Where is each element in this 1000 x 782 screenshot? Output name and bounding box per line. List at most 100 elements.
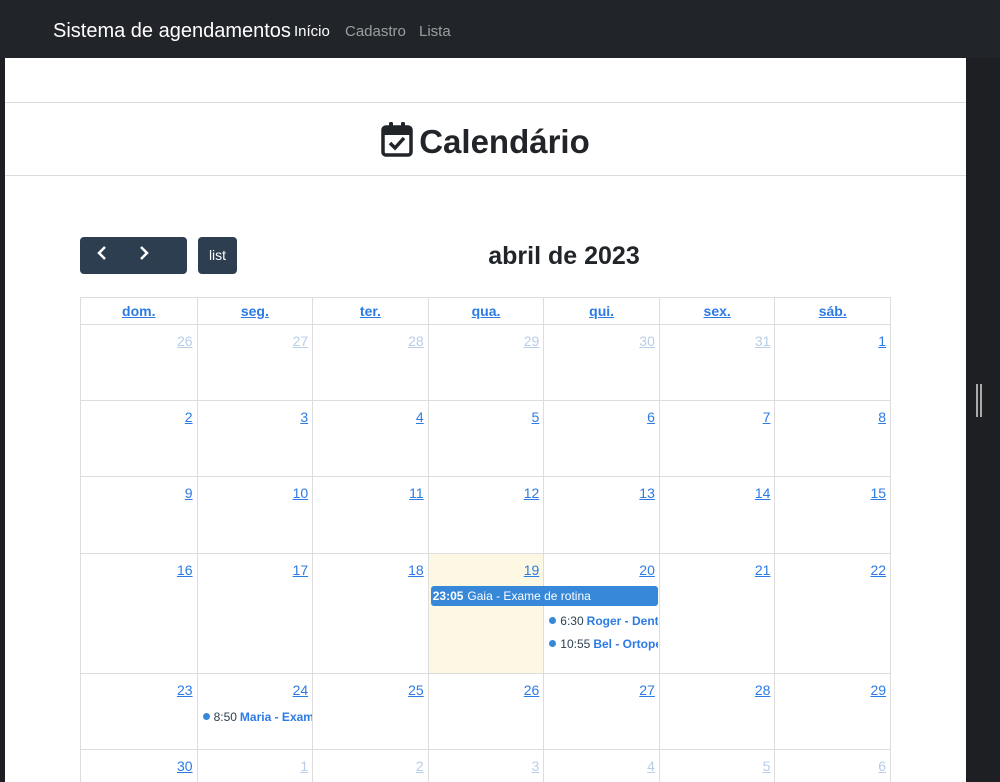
list-view-button[interactable]: list bbox=[198, 237, 237, 274]
calendar-day-cell[interactable]: 29 bbox=[774, 674, 890, 749]
day-number[interactable]: 29 bbox=[524, 333, 540, 349]
day-number[interactable]: 30 bbox=[639, 333, 655, 349]
calendar-day-cell[interactable]: 26 bbox=[427, 674, 544, 749]
weekday-wed[interactable]: qua. bbox=[427, 298, 544, 324]
weekday-sun[interactable]: dom. bbox=[81, 298, 197, 324]
calendar-event[interactable]: 10:55Bel - Ortopedista bbox=[549, 636, 658, 652]
calendar-day-cell[interactable]: 10 bbox=[196, 477, 313, 553]
calendar-day-cell[interactable]: 24 8:50Maria - Exame bbox=[196, 674, 313, 749]
day-number[interactable]: 27 bbox=[639, 682, 655, 698]
day-number[interactable]: 21 bbox=[755, 562, 771, 578]
day-number[interactable]: 5 bbox=[532, 409, 540, 425]
day-number[interactable]: 4 bbox=[416, 409, 424, 425]
day-number[interactable]: 3 bbox=[300, 409, 308, 425]
calendar-day-cell[interactable]: 28 bbox=[658, 674, 775, 749]
day-number[interactable]: 15 bbox=[870, 485, 886, 501]
calendar-day-cell[interactable]: 6 bbox=[774, 750, 890, 782]
nav-link-cadastro[interactable]: Cadastro bbox=[345, 23, 406, 40]
day-number[interactable]: 11 bbox=[409, 485, 424, 501]
day-number[interactable]: 23 bbox=[177, 682, 193, 698]
calendar-day-cell[interactable]: 31 bbox=[658, 325, 775, 400]
calendar-day-cell[interactable]: 4 bbox=[312, 401, 428, 476]
calendar-event[interactable]: 6:30Roger - Dentista bbox=[549, 613, 658, 629]
day-number[interactable]: 7 bbox=[763, 409, 771, 425]
calendar-day-cell[interactable]: 3 bbox=[427, 750, 544, 782]
day-number[interactable]: 28 bbox=[755, 682, 771, 698]
calendar-day-cell[interactable]: 20 6:30Roger - Dentista 10:55Bel - Ortoped… bbox=[543, 554, 659, 673]
day-number[interactable]: 3 bbox=[532, 758, 540, 774]
day-number[interactable]: 30 bbox=[177, 758, 193, 774]
day-number[interactable]: 31 bbox=[755, 333, 771, 349]
day-number[interactable]: 20 bbox=[639, 562, 655, 578]
calendar-day-cell[interactable]: 1 bbox=[774, 325, 890, 400]
weekday-mon[interactable]: seg. bbox=[196, 298, 313, 324]
calendar-event-block[interactable]: 23:05 Gaia - Exame de rotina bbox=[430, 586, 658, 606]
calendar-day-cell[interactable]: 5 bbox=[427, 401, 544, 476]
day-number[interactable]: 28 bbox=[408, 333, 424, 349]
calendar-day-cell[interactable]: 3 bbox=[196, 401, 313, 476]
calendar-day-cell[interactable]: 12 bbox=[427, 477, 544, 553]
day-number[interactable]: 4 bbox=[647, 758, 655, 774]
day-number[interactable]: 6 bbox=[878, 758, 886, 774]
day-number[interactable]: 24 bbox=[293, 682, 309, 698]
day-number[interactable]: 10 bbox=[293, 485, 309, 501]
calendar-day-cell[interactable]: 27 bbox=[543, 674, 659, 749]
calendar-day-cell[interactable]: 14 bbox=[658, 477, 775, 553]
navbar-brand[interactable]: Sistema de agendamentos bbox=[53, 20, 291, 43]
calendar-day-cell[interactable]: 7 bbox=[658, 401, 775, 476]
calendar-day-cell[interactable]: 2 bbox=[312, 750, 428, 782]
calendar-day-cell[interactable]: 28 bbox=[312, 325, 428, 400]
calendar-day-cell[interactable]: 27 bbox=[196, 325, 313, 400]
calendar-day-cell[interactable]: 9 bbox=[81, 477, 197, 553]
day-number[interactable]: 16 bbox=[177, 562, 193, 578]
day-number[interactable]: 8 bbox=[878, 409, 886, 425]
day-number[interactable]: 26 bbox=[524, 682, 540, 698]
calendar-day-cell[interactable]: 17 bbox=[196, 554, 313, 673]
calendar-day-cell[interactable]: 16 bbox=[81, 554, 197, 673]
calendar-day-cell[interactable]: 30 bbox=[81, 750, 197, 782]
day-number[interactable]: 18 bbox=[408, 562, 424, 578]
calendar-day-cell[interactable]: 2 bbox=[81, 401, 197, 476]
day-number[interactable]: 26 bbox=[177, 333, 193, 349]
calendar-day-cell[interactable]: 13 bbox=[543, 477, 659, 553]
day-number[interactable]: 1 bbox=[878, 333, 886, 349]
weekday-fri[interactable]: sex. bbox=[658, 298, 775, 324]
day-number[interactable]: 9 bbox=[185, 485, 193, 501]
day-number[interactable]: 17 bbox=[293, 562, 309, 578]
calendar-day-cell[interactable]: 15 bbox=[774, 477, 890, 553]
day-number[interactable]: 2 bbox=[185, 409, 193, 425]
day-number[interactable]: 13 bbox=[639, 485, 655, 501]
calendar-day-cell[interactable]: 6 bbox=[543, 401, 659, 476]
day-number[interactable]: 12 bbox=[524, 485, 540, 501]
calendar-day-cell[interactable]: 21 bbox=[658, 554, 775, 673]
weekday-sat[interactable]: sáb. bbox=[774, 298, 890, 324]
day-number[interactable]: 14 bbox=[755, 485, 771, 501]
day-number[interactable]: 22 bbox=[870, 562, 886, 578]
calendar-day-cell[interactable]: 8 bbox=[774, 401, 890, 476]
day-number[interactable]: 6 bbox=[647, 409, 655, 425]
next-month-button[interactable] bbox=[122, 237, 166, 274]
calendar-day-cell[interactable]: 4 bbox=[543, 750, 659, 782]
day-number[interactable]: 29 bbox=[870, 682, 886, 698]
prev-month-button[interactable] bbox=[80, 237, 124, 274]
calendar-day-cell[interactable]: 11 bbox=[312, 477, 428, 553]
day-number[interactable]: 25 bbox=[408, 682, 424, 698]
day-number[interactable]: 5 bbox=[763, 758, 771, 774]
calendar-day-cell[interactable]: 30 bbox=[543, 325, 659, 400]
weekday-tue[interactable]: ter. bbox=[312, 298, 428, 324]
calendar-event[interactable]: 8:50Maria - Exame bbox=[202, 709, 312, 725]
calendar-day-cell[interactable]: 19 23:05 Gaia - Exame de rotina bbox=[427, 554, 658, 673]
calendar-day-cell[interactable]: 22 bbox=[774, 554, 890, 673]
resize-handle[interactable] bbox=[976, 384, 982, 417]
calendar-day-cell[interactable]: 26 bbox=[81, 325, 197, 400]
nav-link-inicio[interactable]: Início bbox=[294, 23, 330, 40]
day-number[interactable]: 19 bbox=[524, 562, 540, 578]
day-number[interactable]: 1 bbox=[300, 758, 308, 774]
day-number[interactable]: 2 bbox=[416, 758, 424, 774]
calendar-day-cell[interactable]: 23 bbox=[81, 674, 197, 749]
calendar-day-cell[interactable]: 29 bbox=[427, 325, 544, 400]
calendar-day-cell[interactable]: 1 bbox=[196, 750, 313, 782]
calendar-day-cell[interactable]: 5 bbox=[658, 750, 775, 782]
nav-link-lista[interactable]: Lista bbox=[419, 23, 451, 40]
calendar-day-cell[interactable]: 18 bbox=[312, 554, 428, 673]
